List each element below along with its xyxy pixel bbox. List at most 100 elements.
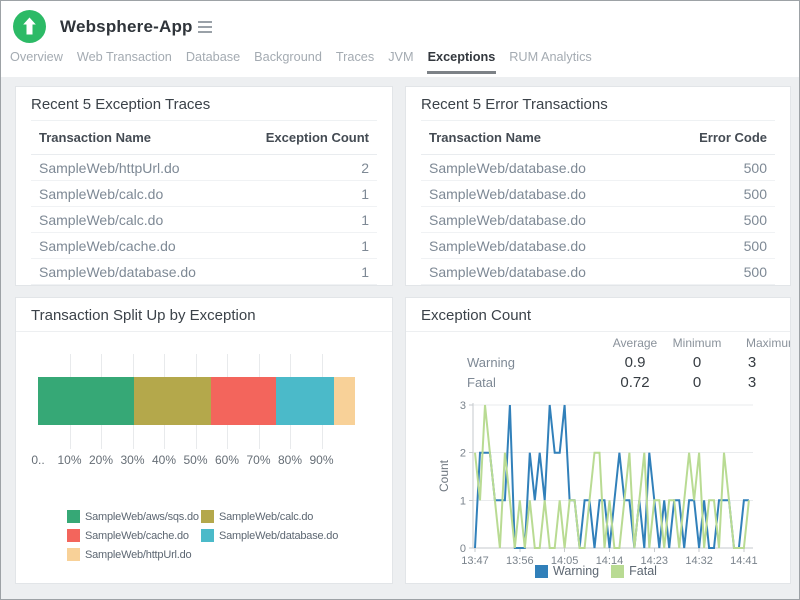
value-cell: 500 [598, 233, 775, 259]
panel-transaction-split: Transaction Split Up by Exception 0..10%… [15, 297, 393, 584]
panel-title: Transaction Split Up by Exception [16, 298, 392, 331]
legend-item[interactable]: Warning [535, 564, 599, 578]
transaction-name: SampleWeb/database.do [421, 207, 598, 233]
legend-swatch [611, 565, 624, 578]
column-header-transaction-name: Transaction Name [421, 121, 598, 155]
value-cell: 500 [598, 181, 775, 207]
stats-header-row: AverageMinimumMaximum [406, 334, 791, 352]
stats-row-fatal: Fatal0.7203 [406, 372, 791, 392]
x-axis-tick-label: 0.. [31, 453, 44, 467]
table-header-row: Transaction Name Exception Count [31, 121, 377, 155]
line-chart: 012313:4713:5614:0514:1414:2314:3214:41 [446, 398, 758, 584]
value-cell: 1 [204, 259, 377, 285]
tab-rum-analytics[interactable]: RUM Analytics [508, 47, 593, 71]
table-row: SampleWeb/httpUrl.do2 [31, 155, 377, 181]
table-row: SampleWeb/database.do500 [421, 259, 775, 285]
legend-item[interactable]: SampleWeb/httpUrl.do [67, 548, 201, 561]
value-cell: 500 [598, 155, 775, 181]
value-cell: 500 [598, 207, 775, 233]
legend-label: SampleWeb/aws/sqs.do [85, 511, 199, 523]
table-header-row: Transaction Name Error Code [421, 121, 775, 155]
legend-item[interactable]: SampleWeb/cache.do [67, 529, 201, 542]
svg-text:1: 1 [460, 495, 466, 507]
line-chart-legend: Warning Fatal [440, 564, 752, 578]
exception-traces-table: Transaction Name Exception Count SampleW… [31, 120, 377, 285]
transaction-name: SampleWeb/cache.do [31, 233, 204, 259]
stats-column-header: Average [602, 336, 668, 350]
table-row: SampleWeb/calc.do1 [31, 181, 377, 207]
panel-recent-error-transactions: Recent 5 Error Transactions Transaction … [405, 86, 791, 286]
bar-segment-sampleweb-cache-do[interactable] [211, 377, 276, 425]
error-transactions-table: Transaction Name Error Code SampleWeb/da… [421, 120, 775, 285]
legend-label: Fatal [629, 564, 657, 578]
column-header-error-code: Error Code [598, 121, 775, 155]
legend-swatch [201, 510, 214, 523]
bar-segment-sampleweb-httpurl-do[interactable] [334, 377, 355, 425]
legend-item[interactable]: Fatal [611, 564, 657, 578]
stats-value: 0.9 [602, 354, 668, 371]
value-cell: 1 [204, 207, 377, 233]
svg-text:2: 2 [460, 448, 466, 460]
stats-row-warning: Warning0.903 [406, 352, 791, 372]
x-axis-tick-label: 10% [57, 453, 81, 467]
table-row: SampleWeb/database.do500 [421, 233, 775, 259]
transaction-name: SampleWeb/database.do [421, 259, 598, 285]
bar-segment-sampleweb-database-do[interactable] [276, 377, 334, 425]
x-axis-tick-label: 60% [215, 453, 239, 467]
stats-value: 3 [718, 354, 786, 371]
transaction-name: SampleWeb/calc.do [31, 181, 204, 207]
stats-value: 0.72 [602, 374, 668, 391]
tab-background[interactable]: Background [253, 47, 323, 71]
panel-title: Recent 5 Error Transactions [406, 87, 790, 120]
panel-recent-exception-traces: Recent 5 Exception Traces Transaction Na… [15, 86, 393, 286]
stacked-bar-chart: 0..10%20%30%40%50%60%70%80%90% [38, 354, 355, 449]
table-row: SampleWeb/calc.do1 [31, 207, 377, 233]
x-axis-tick-label: 90% [309, 453, 333, 467]
legend-item[interactable]: SampleWeb/aws/sqs.do [67, 510, 201, 523]
tab-database[interactable]: Database [185, 47, 241, 71]
tab-jvm[interactable]: JVM [387, 47, 414, 71]
column-header-exception-count: Exception Count [204, 121, 377, 155]
x-axis-tick-label: 50% [183, 453, 207, 467]
tab-exceptions[interactable]: Exceptions [427, 47, 497, 74]
stats-series-label: Fatal [406, 375, 602, 390]
panel-title: Exception Count [406, 298, 790, 331]
stats-column-header: Minimum [668, 336, 726, 350]
column-header-transaction-name: Transaction Name [31, 121, 204, 155]
x-axis-tick-label: 40% [152, 453, 176, 467]
legend-label: SampleWeb/calc.do [219, 511, 313, 523]
legend-label: SampleWeb/database.do [219, 530, 338, 542]
legend-swatch [535, 565, 548, 578]
divider [406, 331, 790, 332]
table-row: SampleWeb/cache.do1 [31, 233, 377, 259]
transaction-name: SampleWeb/httpUrl.do [31, 155, 204, 181]
hamburger-menu-icon[interactable] [198, 21, 212, 36]
value-cell: 2 [204, 155, 377, 181]
legend-swatch [201, 529, 214, 542]
panel-title: Recent 5 Exception Traces [16, 87, 392, 120]
stats-series-label: Warning [406, 355, 602, 370]
legend-item[interactable]: SampleWeb/calc.do [201, 510, 338, 523]
transaction-name: SampleWeb/database.do [421, 181, 598, 207]
transaction-name: SampleWeb/database.do [31, 259, 204, 285]
svg-text:0: 0 [460, 543, 466, 555]
legend-label: SampleWeb/httpUrl.do [85, 549, 191, 561]
svg-text:3: 3 [460, 400, 466, 412]
bar-chart-legend: SampleWeb/aws/sqs.do SampleWeb/calc.do Sam… [67, 510, 338, 561]
transaction-name: SampleWeb/calc.do [31, 207, 204, 233]
tab-overview[interactable]: Overview [9, 47, 64, 71]
tab-web-transaction[interactable]: Web Transaction [76, 47, 173, 71]
app-status-icon [13, 10, 46, 43]
stats-value: 3 [718, 374, 786, 391]
value-cell: 1 [204, 181, 377, 207]
bar-segment-sampleweb-calc-do[interactable] [134, 377, 211, 425]
legend-item[interactable]: SampleWeb/database.do [201, 529, 338, 542]
legend-swatch [67, 548, 80, 561]
tab-traces[interactable]: Traces [335, 47, 375, 71]
legend-label: SampleWeb/cache.do [85, 530, 189, 542]
app-title: Websphere-App [60, 17, 193, 37]
exception-count-stats: AverageMinimumMaximumWarning0.903Fatal0.… [406, 334, 791, 392]
bar-segment-sampleweb-aws-sqs-do[interactable] [38, 377, 134, 425]
table-row: SampleWeb/database.do1 [31, 259, 377, 285]
value-cell: 500 [598, 259, 775, 285]
